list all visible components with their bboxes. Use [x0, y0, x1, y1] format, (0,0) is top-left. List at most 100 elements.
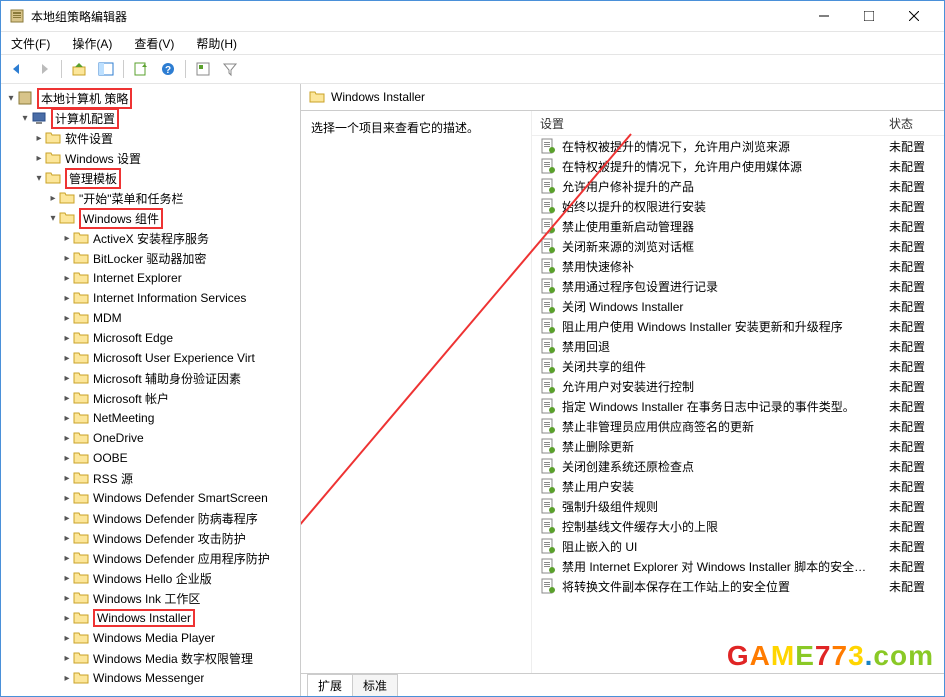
- tree-pane[interactable]: ▾ 本地计算机 策略 ▾ 计算机配置 ▸ 软件设置 ▸ Windows 设置 ▾: [1, 84, 301, 696]
- menu-help[interactable]: 帮助(H): [192, 33, 241, 54]
- setting-row[interactable]: 阻止用户使用 Windows Installer 安装更新和升级程序未配置: [532, 316, 944, 336]
- setting-row[interactable]: 关闭共享的组件未配置: [532, 356, 944, 376]
- expander-icon[interactable]: ▸: [61, 253, 73, 264]
- expander-icon[interactable]: ▸: [61, 273, 73, 284]
- tree-component-item[interactable]: ▸Windows Media Player: [1, 628, 300, 648]
- expander-icon[interactable]: ▸: [61, 413, 73, 424]
- setting-row[interactable]: 关闭创建系统还原检查点未配置: [532, 456, 944, 476]
- tree-component-item[interactable]: ▸Internet Explorer: [1, 268, 300, 288]
- tree-component-item[interactable]: ▸Microsoft User Experience Virt: [1, 348, 300, 368]
- menu-file[interactable]: 文件(F): [7, 33, 54, 54]
- tree-component-item[interactable]: ▸Windows Defender 防病毒程序: [1, 508, 300, 528]
- tree-component-item[interactable]: ▸Windows Defender 应用程序防护: [1, 548, 300, 568]
- setting-row[interactable]: 在特权被提升的情况下，允许用户浏览来源未配置: [532, 136, 944, 156]
- setting-row[interactable]: 禁用通过程序包设置进行记录未配置: [532, 276, 944, 296]
- setting-row[interactable]: 控制基线文件缓存大小的上限未配置: [532, 516, 944, 536]
- help-button[interactable]: ?: [156, 57, 180, 81]
- expander-icon[interactable]: ▸: [61, 493, 73, 504]
- expander-icon[interactable]: ▸: [61, 613, 73, 624]
- setting-row[interactable]: 禁用快速修补未配置: [532, 256, 944, 276]
- expander-icon[interactable]: ▸: [61, 393, 73, 404]
- tree-component-item[interactable]: ▸RSS 源: [1, 468, 300, 488]
- tree-component-item[interactable]: ▸BitLocker 驱动器加密: [1, 248, 300, 268]
- expander-icon[interactable]: ▾: [5, 93, 17, 104]
- tree-component-item[interactable]: ▸OOBE: [1, 448, 300, 468]
- expander-icon[interactable]: ▾: [19, 113, 31, 124]
- tree-component-item[interactable]: ▸Microsoft 帐户: [1, 388, 300, 408]
- expander-icon[interactable]: ▸: [33, 153, 45, 164]
- tree-component-item[interactable]: ▸Windows Defender SmartScreen: [1, 488, 300, 508]
- menu-view[interactable]: 查看(V): [130, 33, 178, 54]
- show-hide-tree-button[interactable]: [94, 57, 118, 81]
- settings-pane[interactable]: 设置 状态 在特权被提升的情况下，允许用户浏览来源未配置在特权被提升的情况下，允…: [532, 111, 944, 673]
- tree-component-item[interactable]: ▸ActiveX 安装程序服务: [1, 228, 300, 248]
- tree-component-item[interactable]: ▸Windows Hello 企业版: [1, 568, 300, 588]
- setting-row[interactable]: 允许用户修补提升的产品未配置: [532, 176, 944, 196]
- tree-component-item[interactable]: ▸Windows Media 数字权限管理: [1, 648, 300, 668]
- tree-component-item[interactable]: ▸NetMeeting: [1, 408, 300, 428]
- tree-component-item[interactable]: ▸OneDrive: [1, 428, 300, 448]
- tree-component-item[interactable]: ▸Internet Information Services: [1, 288, 300, 308]
- setting-row[interactable]: 阻止嵌入的 UI未配置: [532, 536, 944, 556]
- expander-icon[interactable]: ▸: [61, 653, 73, 664]
- properties-button[interactable]: [191, 57, 215, 81]
- setting-row[interactable]: 允许用户对安装进行控制未配置: [532, 376, 944, 396]
- expander-icon[interactable]: ▸: [61, 373, 73, 384]
- expander-icon[interactable]: ▸: [61, 333, 73, 344]
- expander-icon[interactable]: ▸: [47, 193, 59, 204]
- forward-button[interactable]: [32, 57, 56, 81]
- up-button[interactable]: [67, 57, 91, 81]
- col-setting-header[interactable]: 设置: [532, 115, 889, 132]
- expander-icon[interactable]: ▸: [61, 533, 73, 544]
- menu-action[interactable]: 操作(A): [68, 33, 116, 54]
- expander-icon[interactable]: ▸: [61, 433, 73, 444]
- setting-row[interactable]: 始终以提升的权限进行安装未配置: [532, 196, 944, 216]
- expander-icon[interactable]: ▾: [33, 173, 45, 184]
- setting-row[interactable]: 关闭新来源的浏览对话框未配置: [532, 236, 944, 256]
- settings-header[interactable]: 设置 状态: [532, 111, 944, 136]
- maximize-button[interactable]: [846, 2, 891, 31]
- tab-standard[interactable]: 标准: [352, 674, 398, 696]
- expander-icon[interactable]: ▸: [61, 513, 73, 524]
- tree-start-taskbar[interactable]: ▸ "开始"菜单和任务栏: [1, 188, 300, 208]
- tree-component-item[interactable]: ▸Windows Installer: [1, 608, 300, 628]
- titlebar[interactable]: 本地组策略编辑器: [1, 1, 944, 32]
- setting-row[interactable]: 禁用回退未配置: [532, 336, 944, 356]
- expander-icon[interactable]: ▸: [61, 293, 73, 304]
- expander-icon[interactable]: ▸: [61, 593, 73, 604]
- tree-component-item[interactable]: ▸Microsoft 辅助身份验证因素: [1, 368, 300, 388]
- setting-row[interactable]: 禁止非管理员应用供应商签名的更新未配置: [532, 416, 944, 436]
- setting-row[interactable]: 禁用 Internet Explorer 对 Windows Installer…: [532, 556, 944, 576]
- tree-component-item[interactable]: ▸Microsoft Edge: [1, 328, 300, 348]
- setting-row[interactable]: 指定 Windows Installer 在事务日志中记录的事件类型。未配置: [532, 396, 944, 416]
- close-button[interactable]: [891, 2, 936, 31]
- expander-icon[interactable]: ▸: [33, 133, 45, 144]
- expander-icon[interactable]: ▸: [61, 233, 73, 244]
- tree-admin-templates[interactable]: ▾ 管理模板: [1, 168, 300, 188]
- setting-row[interactable]: 禁止用户安装未配置: [532, 476, 944, 496]
- setting-row[interactable]: 在特权被提升的情况下，允许用户使用媒体源未配置: [532, 156, 944, 176]
- tree-component-item[interactable]: ▸Windows Messenger: [1, 668, 300, 688]
- setting-row[interactable]: 关闭 Windows Installer未配置: [532, 296, 944, 316]
- setting-row[interactable]: 将转换文件副本保存在工作站上的安全位置未配置: [532, 576, 944, 596]
- tree-component-item[interactable]: ▸MDM: [1, 308, 300, 328]
- back-button[interactable]: [5, 57, 29, 81]
- tab-extended[interactable]: 扩展: [307, 674, 353, 696]
- tree-component-item[interactable]: ▸Windows Ink 工作区: [1, 588, 300, 608]
- tree-root[interactable]: ▾ 本地计算机 策略: [1, 88, 300, 108]
- tree-windows-components[interactable]: ▾ Windows 组件: [1, 208, 300, 228]
- tree-windows-settings[interactable]: ▸ Windows 设置: [1, 148, 300, 168]
- setting-row[interactable]: 强制升级组件规则未配置: [532, 496, 944, 516]
- col-state-header[interactable]: 状态: [889, 115, 944, 132]
- expander-icon[interactable]: ▸: [61, 553, 73, 564]
- expander-icon[interactable]: ▸: [61, 453, 73, 464]
- expander-icon[interactable]: ▸: [61, 633, 73, 644]
- expander-icon[interactable]: ▸: [61, 313, 73, 324]
- tree-software-settings[interactable]: ▸ 软件设置: [1, 128, 300, 148]
- filter-button[interactable]: [218, 57, 242, 81]
- setting-row[interactable]: 禁止删除更新未配置: [532, 436, 944, 456]
- export-button[interactable]: [129, 57, 153, 81]
- minimize-button[interactable]: [801, 2, 846, 31]
- tree-component-item[interactable]: ▸Windows Defender 攻击防护: [1, 528, 300, 548]
- expander-icon[interactable]: ▸: [61, 673, 73, 684]
